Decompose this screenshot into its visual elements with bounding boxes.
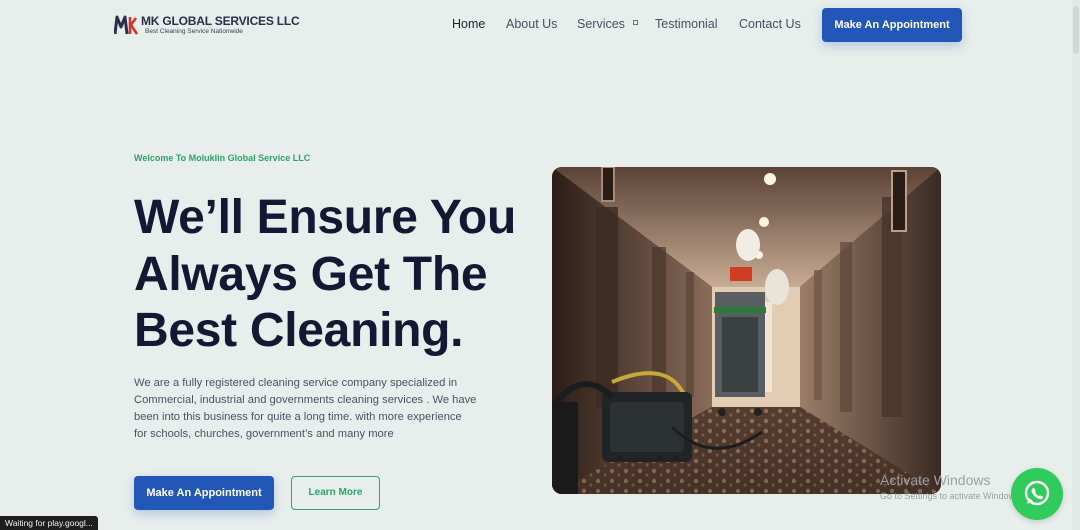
hero-description-line: Commercial, industrial and governments c… bbox=[134, 394, 477, 406]
hero-title-line: We’ll Ensure You bbox=[134, 191, 516, 244]
hero-description: We are a fully registered cleaning servi… bbox=[134, 375, 514, 443]
browser-status-bar: Waiting for play.googl... bbox=[0, 516, 98, 530]
page-scrollbar[interactable] bbox=[1072, 0, 1080, 530]
learn-more-button[interactable]: Learn More bbox=[291, 476, 380, 510]
watermark-subtitle: Go to Settings to activate Windows. bbox=[880, 491, 1023, 501]
hero-title-line: Always Get The bbox=[134, 247, 488, 301]
brand-tagline: Best Cleaning Service Nationwide bbox=[145, 28, 243, 35]
nav-testimonial[interactable]: Testimonial bbox=[655, 17, 718, 31]
whatsapp-icon bbox=[1024, 480, 1050, 506]
brand-name: MK GLOBAL SERVICES LLC bbox=[141, 14, 300, 28]
chevron-down-icon bbox=[632, 20, 638, 26]
nav-home[interactable]: Home bbox=[452, 17, 485, 31]
hero-eyebrow: Welcome To Moluklin Global Service LLC bbox=[134, 153, 311, 163]
nav-services-label: Services bbox=[577, 17, 625, 31]
nav-about-us[interactable]: About Us bbox=[506, 17, 557, 31]
whatsapp-chat-button[interactable] bbox=[1011, 468, 1063, 520]
hero-image-hotel-corridor bbox=[552, 167, 941, 494]
brand-logo[interactable]: MK GLOBAL SERVICES LLC Best Cleaning Ser… bbox=[114, 13, 300, 37]
brand-mark-icon bbox=[114, 15, 138, 35]
header-appointment-button[interactable]: Make An Appointment bbox=[822, 8, 962, 42]
windows-activation-watermark: Activate Windows Go to Settings to activ… bbox=[880, 472, 1022, 501]
hero-description-line: We are a fully registered cleaning servi… bbox=[134, 377, 458, 389]
nav-contact-us[interactable]: Contact Us bbox=[739, 17, 801, 31]
site-header: MK GLOBAL SERVICES LLC Best Cleaning Ser… bbox=[0, 0, 1072, 50]
hero-title: We’ll Ensure You Always Get The Best Cle… bbox=[134, 190, 554, 360]
hero-title-line: Best Cleaning. bbox=[134, 304, 464, 357]
hero-appointment-button[interactable]: Make An Appointment bbox=[134, 476, 274, 510]
watermark-title: Activate Windows bbox=[880, 472, 991, 488]
scrollbar-thumb[interactable] bbox=[1073, 6, 1079, 54]
nav-services[interactable]: Services bbox=[577, 17, 638, 31]
hero-description-line: been into this business for quite a long… bbox=[134, 411, 462, 423]
hero-description-line: for schools, churches, government’s and … bbox=[134, 428, 394, 440]
